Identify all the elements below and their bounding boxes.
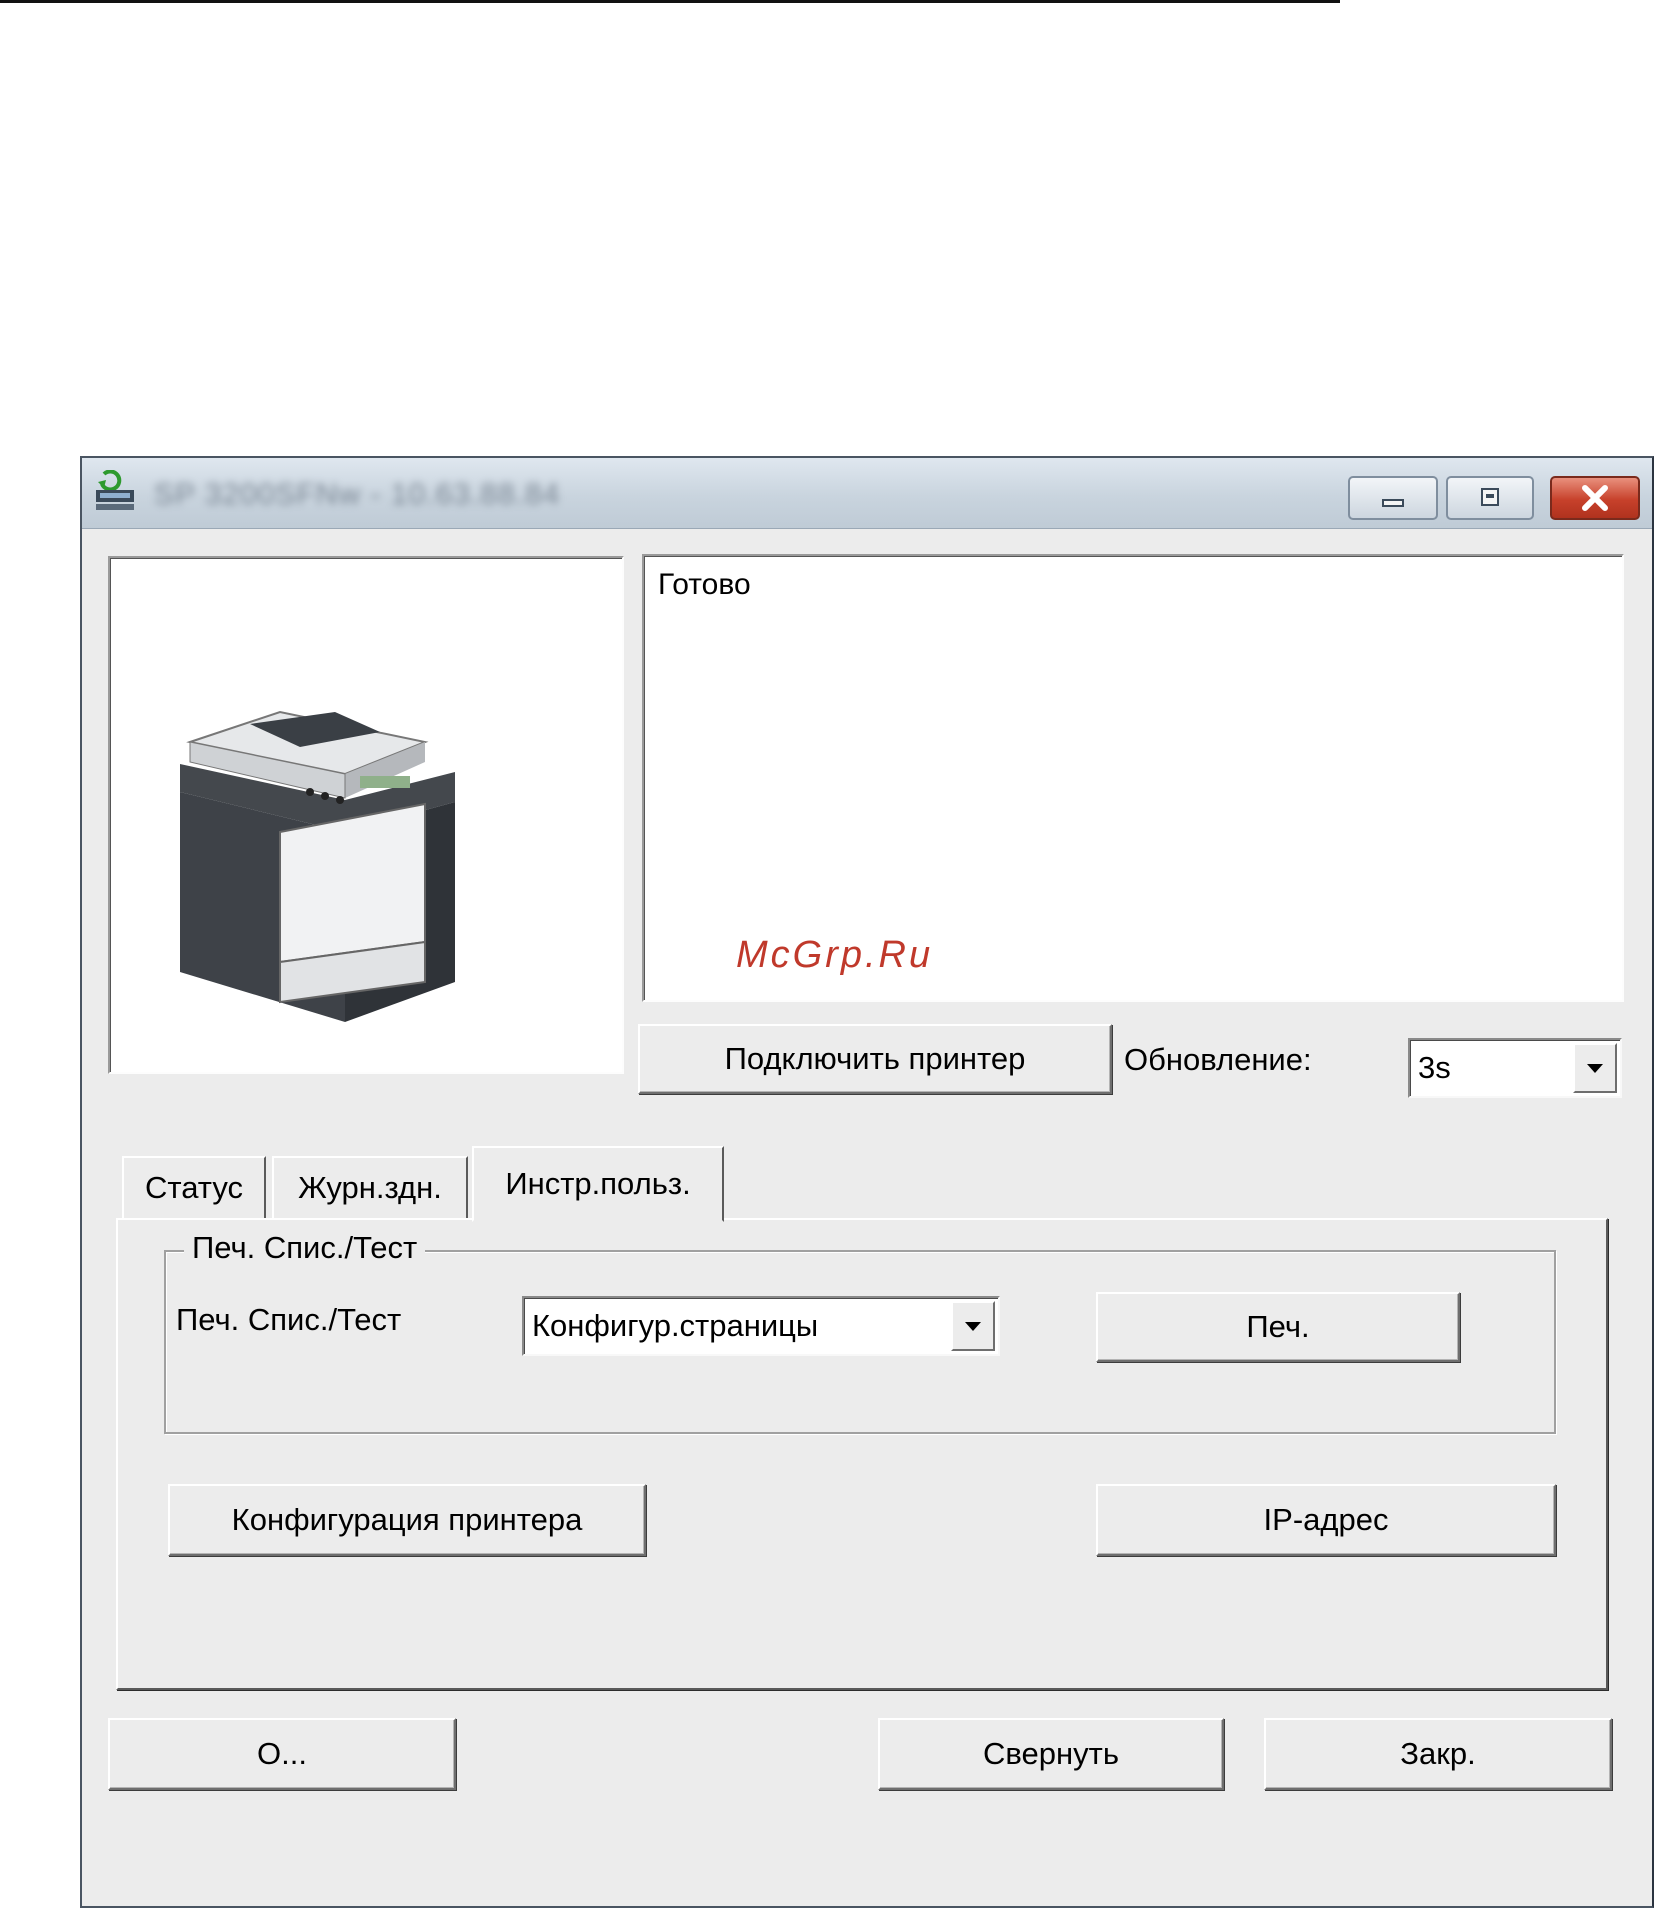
- title-bar[interactable]: SP 3200SFNw - 10.63.88.84: [82, 458, 1652, 529]
- printer-image-panel: [108, 556, 624, 1074]
- ip-address-button[interactable]: IP-адрес: [1096, 1484, 1556, 1556]
- about-button[interactable]: О...: [108, 1718, 456, 1790]
- user-tools-pane: Печ. Спис./Тест Печ. Спис./Тест Конфигур…: [116, 1218, 1608, 1690]
- print-list-label: Печ. Спис./Тест: [176, 1302, 402, 1337]
- tab-job-log[interactable]: Журн.здн.: [272, 1156, 468, 1218]
- tab-user-tools[interactable]: Инстр.польз.: [472, 1146, 724, 1222]
- chevron-down-icon: [965, 1322, 981, 1331]
- printer-configuration-button[interactable]: Конфигурация принтера: [168, 1484, 646, 1556]
- print-button[interactable]: Печ.: [1096, 1292, 1460, 1362]
- close-icon: [1582, 485, 1608, 511]
- print-list-dropdown-button[interactable]: [951, 1301, 995, 1351]
- printer-status-icon: [92, 469, 140, 514]
- tab-status[interactable]: Статус: [122, 1156, 266, 1218]
- update-interval-select[interactable]: 3s: [1408, 1038, 1622, 1098]
- status-message-box: Готово McGrp.Ru: [642, 554, 1624, 1002]
- update-label: Обновление:: [1124, 1042, 1312, 1077]
- update-dropdown-button[interactable]: [1573, 1043, 1617, 1093]
- minimize-button[interactable]: Свернуть: [878, 1718, 1224, 1790]
- page-top-rule: [0, 0, 1340, 3]
- chevron-down-icon: [1587, 1064, 1603, 1073]
- close-window-button[interactable]: [1550, 476, 1640, 520]
- print-list-select[interactable]: Конфигур.страницы: [522, 1296, 1000, 1356]
- close-button[interactable]: Закр.: [1264, 1718, 1612, 1790]
- window-title: SP 3200SFNw - 10.63.88.84: [154, 478, 561, 511]
- maximize-window-button[interactable]: [1446, 476, 1534, 520]
- status-monitor-window: SP 3200SFNw - 10.63.88.84 Готово McGrp.R…: [80, 456, 1654, 1908]
- printer-image: [180, 710, 455, 1022]
- print-list-legend: Печ. Спис./Тест: [184, 1230, 426, 1266]
- minimize-window-button[interactable]: [1348, 476, 1438, 520]
- minimize-icon: [1382, 499, 1404, 507]
- update-interval-value: 3s: [1418, 1050, 1451, 1085]
- maximize-icon: [1481, 488, 1499, 506]
- print-list-value: Конфигур.страницы: [532, 1308, 819, 1343]
- connect-printer-button[interactable]: Подключить принтер: [638, 1024, 1112, 1094]
- print-list-groupbox: Печ. Спис./Тест Печ. Спис./Тест Конфигур…: [164, 1230, 1556, 1434]
- watermark: McGrp.Ru: [736, 934, 934, 976]
- status-text: Готово: [658, 568, 751, 601]
